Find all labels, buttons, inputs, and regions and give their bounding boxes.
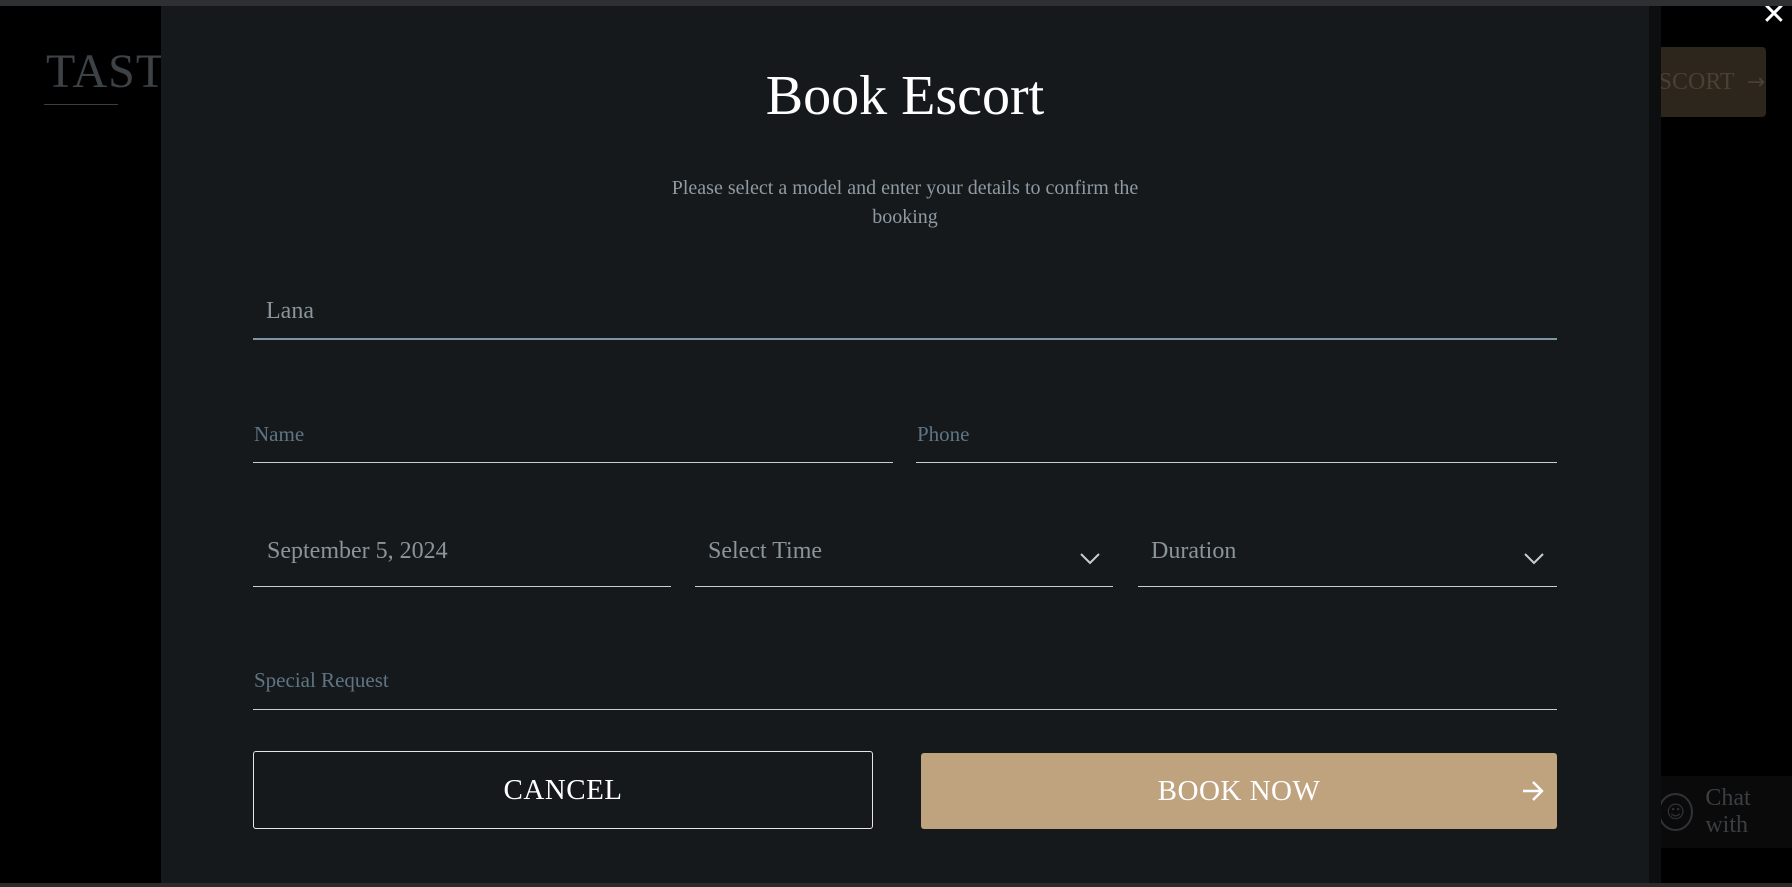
time-select-value: Select Time [708, 538, 823, 564]
arrow-right-icon: → [1746, 69, 1766, 95]
phone-field[interactable]: Phone [916, 414, 1557, 463]
date-value: September 5, 2024 [267, 538, 448, 564]
booking-modal: ✕ Book Escort Please select a model and … [161, 6, 1787, 883]
duration-select-value: Duration [1151, 538, 1237, 564]
phone-placeholder: Phone [917, 422, 970, 446]
special-request-field[interactable]: Special Request [253, 660, 1557, 710]
special-request-placeholder: Special Request [254, 668, 389, 692]
time-select[interactable]: Select Time [695, 530, 1113, 587]
background-logo-underline [44, 104, 118, 105]
background-chat-label: Chat with [1705, 785, 1751, 838]
cancel-button-label: CANCEL [503, 773, 623, 806]
date-field[interactable]: September 5, 2024 [253, 530, 671, 587]
chevron-down-icon [1080, 553, 1100, 565]
chevron-down-icon [1524, 553, 1544, 565]
close-icon[interactable]: ✕ [1760, 6, 1788, 28]
browser-bottom-edge [0, 883, 1792, 887]
book-now-button[interactable]: BOOK NOW [921, 753, 1557, 829]
modal-title: Book Escort [765, 65, 1045, 127]
name-field[interactable]: Name [253, 414, 893, 463]
cancel-button[interactable]: CANCEL [253, 751, 873, 829]
modal-scroll-strip [1649, 6, 1661, 883]
modal-subtitle: Please select a model and enter your det… [671, 177, 1139, 228]
name-placeholder: Name [254, 422, 305, 446]
arrow-right-icon [1523, 781, 1544, 801]
duration-select[interactable]: Duration [1138, 530, 1557, 587]
model-select-field[interactable]: Lana [253, 290, 1557, 340]
model-select-value: Lana [266, 298, 314, 324]
book-now-button-label: BOOK NOW [1157, 774, 1321, 807]
background-chat-widget: ☺ Chat with [1658, 776, 1792, 848]
chat-icon: ☺ [1658, 793, 1694, 831]
